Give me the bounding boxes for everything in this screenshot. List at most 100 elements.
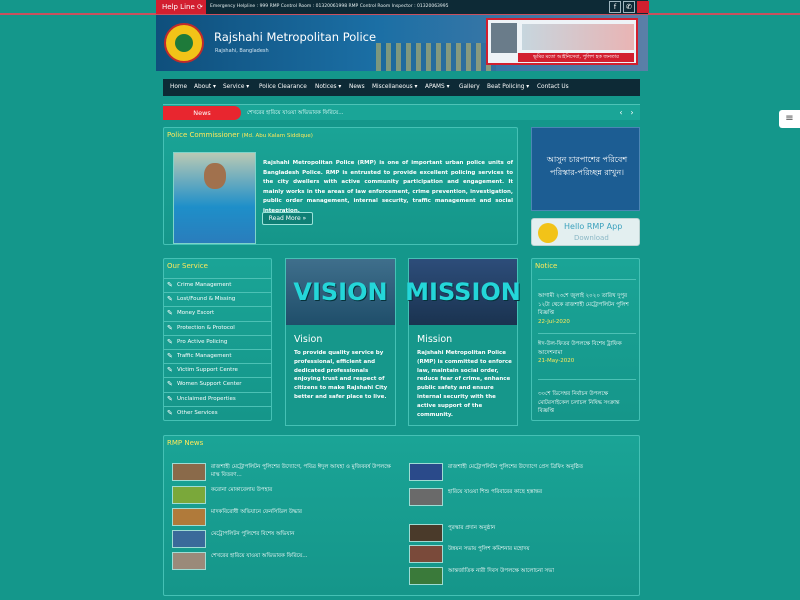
news-thumbnail[interactable]: [172, 486, 206, 504]
our-service-title: Our Service: [167, 262, 208, 270]
nav-contact-us[interactable]: Contact Us: [537, 79, 569, 96]
cleanliness-banner[interactable]: আসুন চারপাশের পরিবেশ পরিস্কার-পরিচ্ছন্ন …: [531, 127, 640, 211]
nav-miscellaneous[interactable]: Miscellaneous ▾: [372, 79, 417, 96]
news-thumbnail[interactable]: [409, 524, 443, 542]
news-thumbnail[interactable]: [409, 463, 443, 481]
service-item[interactable]: ✎ Pro Active Policing: [164, 334, 271, 349]
news-headline[interactable]: মেট্রোপলিটন পুলিশের বিশেষ অভিযান: [211, 530, 401, 538]
news-headline[interactable]: আন্তর্জাতিক নারী দিবস উপলক্ষে আলোচনা সভা: [448, 567, 638, 575]
nav-apams[interactable]: APAMS ▾: [425, 79, 450, 96]
notice-title: Notice: [535, 262, 558, 270]
edit-icon: ✎: [167, 309, 173, 318]
service-item-label: Crime Management: [177, 282, 232, 288]
mission-image: MISSION: [405, 259, 521, 325]
nav-police-clearance[interactable]: Police Clearance: [259, 79, 307, 96]
notice-item[interactable]: ঈদ-উল-ফিতর উপলক্ষে বিশেষ ট্রাফিক আদেশনাম…: [538, 340, 636, 366]
nav-home[interactable]: Home: [170, 79, 187, 96]
news-headline[interactable]: রাজশাহী মেট্রোপলিটন পুলিশের উদ্যোগে, পবি…: [211, 463, 401, 479]
main-nav: Home About ▾ Service ▾ Police Clearance …: [163, 79, 640, 96]
ticker-next-button[interactable]: ›: [627, 108, 637, 118]
vision-text: To provide quality service by profession…: [294, 350, 388, 400]
nav-about[interactable]: About ▾: [194, 79, 216, 96]
edit-icon: ✎: [167, 337, 173, 346]
vision-card: VISION Vision To provide quality service…: [285, 258, 396, 426]
commissioner-description: Rajshahi Metropolitan Police (RMP) is on…: [263, 160, 513, 214]
news-ticker-text[interactable]: শেখরের হারিয়ে যাওয়া অভিভাবক ফিরিয়ে...: [247, 105, 343, 121]
commissioner-title: Police Commissioner: [167, 131, 240, 139]
notice-item[interactable]: আগামী ২৩শে জুলাই ২০২০ তারিখ দুপুর ১২টা থ…: [538, 292, 636, 326]
service-item[interactable]: ✎ Crime Management: [164, 278, 271, 292]
cleanliness-banner-text: আসুন চারপাশের পরিবেশ পরিস্কার-পরিচ্ছন্ন …: [546, 155, 628, 177]
read-more-button[interactable]: Read More »: [262, 212, 313, 225]
mission-text: Rajshahi Metropolitan Police (RMP) is co…: [417, 350, 512, 418]
news-headline[interactable]: শেখরের হারিয়ে যাওয়া অভিভাবক ফিরিয়ে...: [211, 552, 401, 560]
notice-divider: [538, 279, 636, 280]
news-thumbnail[interactable]: [409, 567, 443, 585]
phone-link-icon[interactable]: ✆: [623, 1, 635, 13]
service-item[interactable]: ✎ Lost/Found & Missing: [164, 292, 271, 306]
notice-date: 22-Jul-2020: [538, 318, 570, 325]
news-headline[interactable]: পুরস্কার প্রদান অনুষ্ঠান: [448, 524, 638, 532]
news-thumbnail[interactable]: [172, 552, 206, 570]
notice-panel: Notice আগামী ২৩শে জুলাই ২০২০ তারিখ দুপুর…: [531, 258, 640, 421]
helpline-button[interactable]: Help Line ⟳: [156, 0, 206, 14]
service-list: ✎ Crime Management ✎ Lost/Found & Missing ✎ M…: [164, 278, 271, 420]
site-header: Rajshahi Metropolitan Police Rajshahi, B…: [156, 15, 648, 71]
profile-icon[interactable]: [637, 1, 649, 13]
news-thumbnail[interactable]: [409, 545, 443, 563]
notice-text: ঈদ-উল-ফিতর উপলক্ষে বিশেষ ট্রাফিক আদেশনাম…: [538, 341, 622, 356]
news-thumbnail[interactable]: [409, 488, 443, 506]
notice-date: 21-May-2020: [538, 358, 575, 364]
nav-news[interactable]: News: [349, 79, 365, 96]
rmp-news-panel: RMP News রাজশাহী মেট্রোপলিটন পুলিশের উদ্…: [163, 435, 640, 596]
rmp-app-banner[interactable]: Hello RMP App Download: [531, 218, 640, 246]
notice-item[interactable]: ৩০শে ডিসেম্বর নির্বাচন উপলক্ষে মোটরসাইকে…: [538, 390, 636, 416]
commissioner-photo: [173, 152, 256, 244]
nav-notices[interactable]: Notices ▾: [315, 79, 341, 96]
news-headline[interactable]: করোনা মোকাবেলায় উপহার: [211, 486, 401, 494]
service-item-label: Unclaimed Properties: [177, 395, 236, 402]
news-thumbnail[interactable]: [172, 463, 206, 481]
commissioner-name: (Md. Abu Kalam Siddique): [241, 133, 313, 139]
vision-image-word: VISION: [293, 278, 388, 306]
service-item[interactable]: ✎ Traffic Management: [164, 348, 271, 363]
news-headline[interactable]: হারিয়ে যাওয়া শিশু পরিবারের কাছে হস্তান…: [448, 488, 638, 496]
commissioner-heading: Police Commissioner (Md. Abu Kalam Siddi…: [167, 131, 313, 139]
site-title[interactable]: Rajshahi Metropolitan Police: [214, 30, 376, 44]
news-headline[interactable]: রাজশাহী মেট্রোপলিটন পুলিশের উদ্যোগে প্রে…: [448, 463, 638, 471]
edit-icon: ✎: [167, 351, 173, 360]
app-logo-icon: [538, 223, 558, 243]
service-item[interactable]: ✎ Money Escort: [164, 306, 271, 320]
ticker-prev-button[interactable]: ‹: [616, 108, 626, 118]
news-thumbnail[interactable]: [172, 530, 206, 548]
service-item[interactable]: ✎ Other Services: [164, 405, 271, 420]
site-subtitle: Rajshahi, Bangladesh: [215, 48, 269, 54]
edit-icon: ✎: [167, 394, 173, 403]
city-skyline-image: [376, 43, 496, 71]
edit-icon: ✎: [167, 408, 173, 417]
news-ticker-label: News: [163, 106, 241, 120]
app-download-label: Download: [574, 234, 609, 242]
vision-title: Vision: [294, 334, 323, 345]
news-headline[interactable]: উন্নয়ন সভায় পুলিশ কমিশনার মহোদয়: [448, 545, 638, 553]
service-item[interactable]: ✎ Unclaimed Properties: [164, 391, 271, 406]
service-item-label: Protection & Protocol: [177, 324, 235, 331]
phone-icon: ⟳: [197, 3, 203, 11]
service-item-label: Other Services: [177, 409, 218, 416]
notice-divider: [538, 379, 636, 380]
service-item-label: Lost/Found & Missing: [177, 296, 236, 303]
nav-beat-policing[interactable]: Beat Policing ▾: [487, 79, 529, 96]
service-item[interactable]: ✎ Women Support Center: [164, 377, 271, 391]
service-item-label: Money Escort: [177, 310, 215, 317]
facebook-icon[interactable]: f: [609, 1, 621, 13]
service-item-label: Victim Support Centre: [177, 367, 238, 374]
nav-gallery[interactable]: Gallery: [459, 79, 480, 96]
side-menu-toggle-icon[interactable]: ≡: [779, 110, 800, 128]
service-item[interactable]: ✎ Victim Support Centre: [164, 363, 271, 377]
news-thumbnail[interactable]: [172, 508, 206, 526]
edit-icon: ✎: [167, 281, 173, 289]
rmp-logo[interactable]: [164, 23, 204, 63]
nav-service[interactable]: Service ▾: [223, 79, 249, 96]
service-item[interactable]: ✎ Protection & Protocol: [164, 320, 271, 335]
news-headline[interactable]: মাদকবিরোধী অভিযানে ফেনসিডিল উদ্ধার: [211, 508, 401, 516]
